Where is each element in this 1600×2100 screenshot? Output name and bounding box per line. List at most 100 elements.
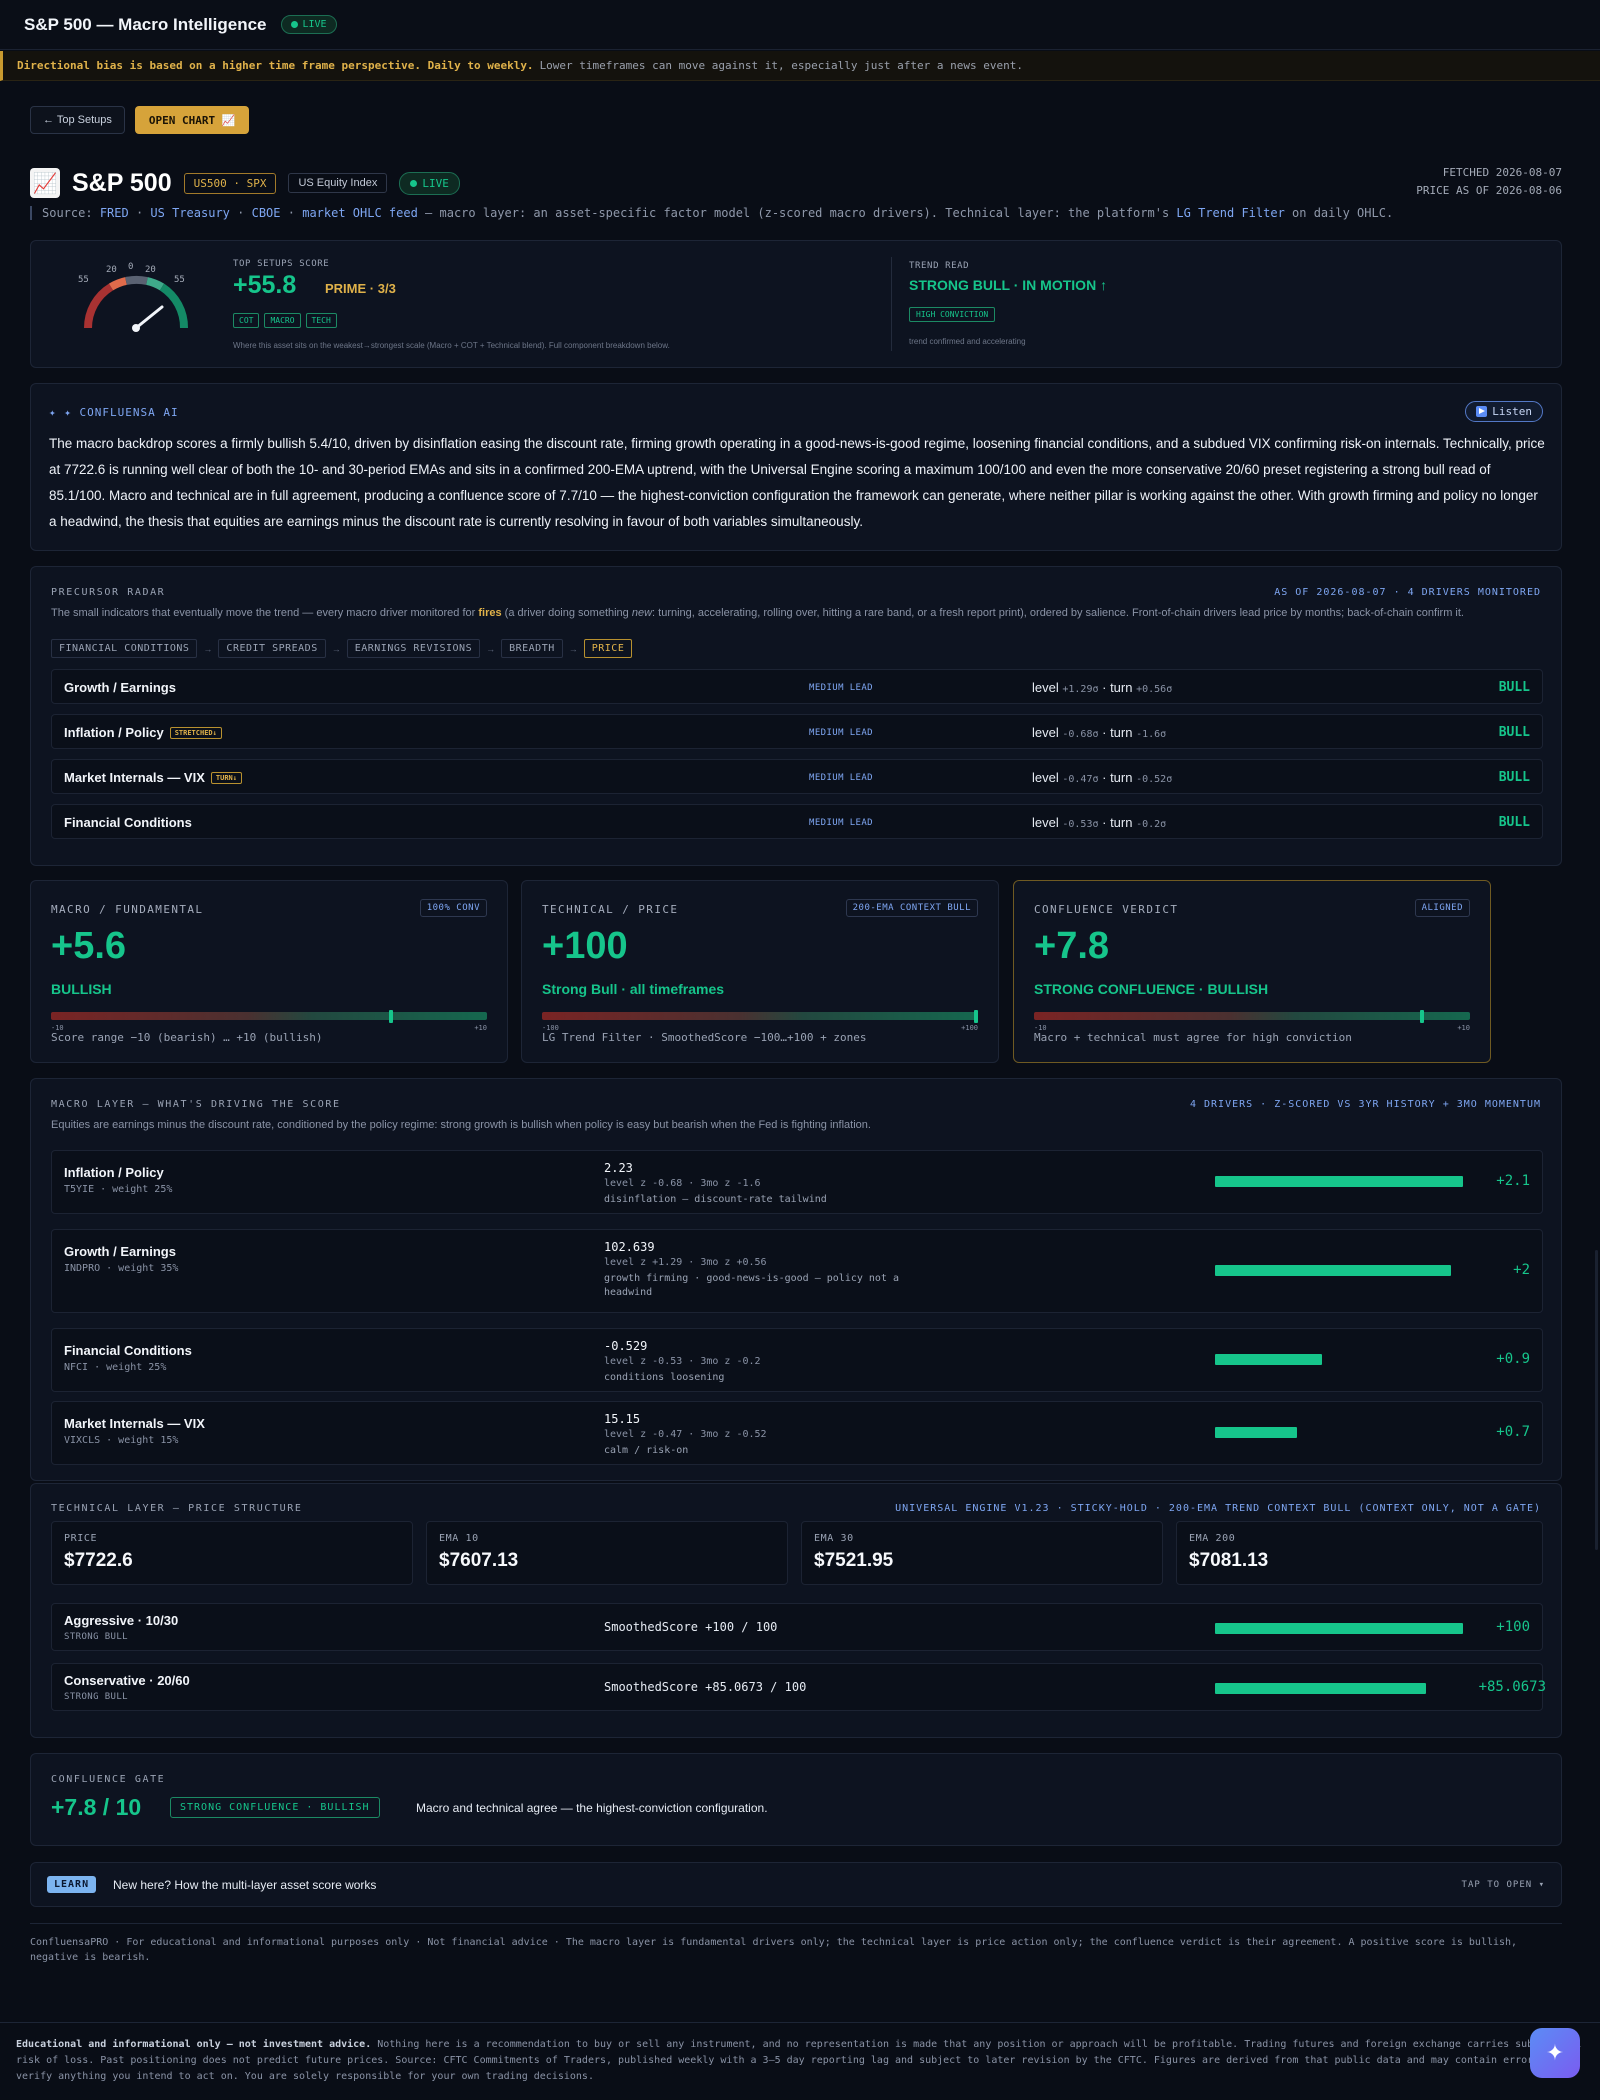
driver-score-bar [1215, 1265, 1451, 1276]
ema10-box: EMA 10 $7607.13 [426, 1521, 788, 1585]
footer-note: ConfluensaPRO · For educational and info… [30, 1937, 1518, 1963]
driver-name: Growth / Earnings [64, 1244, 176, 1259]
driver-z: level z +1.29 · 3mo z +0.56 [604, 1257, 767, 1268]
asset-live-badge: LIVE [399, 171, 460, 195]
macro-driver-row[interactable]: Market Internals — VIX VIXCLS · weight 1… [51, 1401, 1543, 1465]
radar-row[interactable]: Market Internals — VIX TURN↓ MEDIUM LEAD … [51, 759, 1543, 794]
confluence-verdict-card: CONFLUENCE VERDICT ALIGNED +7.8 STRONG C… [1013, 880, 1491, 1063]
source-link-cboe[interactable]: CBOE [252, 206, 281, 220]
learn-text: New here? How the multi-layer asset scor… [113, 1878, 377, 1892]
price-box-label: PRICE [64, 1533, 98, 1544]
radar-driver-name: Inflation / Policy [64, 725, 164, 740]
turn-word: turn [1110, 770, 1133, 785]
level-word: level [1032, 680, 1059, 695]
card-caption: LG Trend Filter · SmoothedScore −100…+10… [542, 1031, 867, 1044]
bias-label: BULL [1498, 815, 1530, 830]
gauge-tick: 0 [128, 262, 134, 272]
arrow-right-icon: → [568, 643, 578, 654]
macro-desc: Equities are earnings minus the discount… [51, 1119, 871, 1131]
gate-score: +7.8 / 10 [51, 1794, 142, 1820]
gauge-tick: 20 [145, 265, 156, 275]
preset-score-bar [1215, 1683, 1426, 1694]
notice-bold: Directional bias is based on a higher ti… [17, 59, 534, 72]
ai-title: ✦ ✦ CONFLUENSA AI [49, 406, 179, 419]
gauge-icon [84, 275, 189, 332]
radar-driver-name: Financial Conditions [64, 815, 192, 830]
ai-summary: The macro backdrop scores a firmly bulli… [49, 436, 1545, 529]
driver-note: conditions loosening [604, 1372, 725, 1383]
card-heading: CONFLUENCE VERDICT [1034, 903, 1179, 916]
source-link-ohlc[interactable]: market OHLC feed [302, 206, 418, 220]
radar-title: PRECURSOR RADAR [51, 587, 166, 598]
source-link-fred[interactable]: FRED [100, 206, 129, 220]
source-line: Source: FRED · US Treasury · CBOE · mark… [30, 206, 1393, 220]
radar-row[interactable]: Inflation / Policy STRETCHED↓ MEDIUM LEAD… [51, 714, 1543, 749]
gauge-tick: 55 [174, 275, 185, 285]
gate-verdict-tag: STRONG CONFLUENCE · BULLISH [170, 1797, 380, 1818]
sparkle-icon[interactable]: ✦ [1530, 2028, 1580, 2078]
radar-row[interactable]: Growth / Earnings MEDIUM LEAD level +1.2… [51, 669, 1543, 704]
timeframe-notice: Directional bias is based on a higher ti… [0, 51, 1600, 81]
radar-asof: AS OF 2026-08-07 · 4 DRIVERS MONITORED [1274, 587, 1541, 598]
top-bar: S&P 500 — Macro Intelligence LIVE [0, 0, 1600, 50]
radar-row[interactable]: Financial Conditions MEDIUM LEAD level -… [51, 804, 1543, 839]
level-word: level [1032, 725, 1059, 740]
radar-row-name: Growth / Earnings [64, 680, 176, 695]
source-suffix: on daily OHLC. [1292, 206, 1394, 220]
score-marker [1420, 1010, 1425, 1023]
driver-name: Financial Conditions [64, 1343, 192, 1358]
level-turn: level -0.68σ · turn -1.6σ [1032, 725, 1167, 740]
driver-z: level z -0.47 · 3mo z -0.52 [604, 1429, 767, 1440]
card-value: +100 [542, 925, 628, 967]
turn-word: turn [1110, 725, 1133, 740]
source-link-lg-trend[interactable]: LG Trend Filter [1176, 206, 1284, 220]
driver-value: 102.639 [604, 1240, 655, 1254]
notice-text: Lower timeframes can move against it, es… [539, 59, 1024, 72]
card-caption: Score range −10 (bearish) … +10 (bullish… [51, 1031, 323, 1044]
macro-layer-card: MACRO LAYER — WHAT'S DRIVING THE SCORE 4… [30, 1078, 1562, 1481]
radar-row-name: Market Internals — VIX TURN↓ [64, 770, 242, 785]
trend-label: TREND READ [909, 261, 970, 271]
asset-header: 📈 S&P 500 US500 · SPX US Equity Index LI… [30, 166, 1562, 200]
smoothed-score: SmoothedScore +100 / 100 [604, 1620, 778, 1634]
macro-driver-row[interactable]: Growth / Earnings INDPRO · weight 35% 10… [51, 1229, 1543, 1313]
macro-driver-row[interactable]: Financial Conditions NFCI · weight 25% -… [51, 1328, 1543, 1392]
lead-badge: MEDIUM LEAD [809, 773, 874, 783]
level-value: -0.53σ [1062, 819, 1099, 830]
level-turn: level +1.29σ · turn +0.56σ [1032, 680, 1173, 695]
listen-label: Listen [1492, 405, 1532, 418]
card-label: Strong Bull · all timeframes [542, 981, 725, 997]
radar-desc-fires: fires [478, 607, 502, 619]
driver-value: 2.23 [604, 1161, 633, 1175]
top-setups-score-card: 55 20 0 20 55 TOP SETUPS SCORE +55.8 PRI… [30, 240, 1562, 368]
preset-state: STRONG BULL [64, 1692, 129, 1702]
preset-score: +100 [1496, 1619, 1530, 1635]
open-chart-button[interactable]: OPEN CHART 📈 [134, 106, 250, 134]
preset-row-aggressive[interactable]: Aggressive · 10/30 STRONG BULL SmoothedS… [51, 1603, 1543, 1651]
tap-to-open[interactable]: TAP TO OPEN ▾ [1462, 1880, 1545, 1890]
driver-series: T5YIE · weight 25% [64, 1184, 173, 1195]
bar-max: +10 [474, 1024, 487, 1032]
listen-button[interactable]: Listen [1465, 401, 1543, 422]
card-label: STRONG CONFLUENCE · BULLISH [1034, 981, 1269, 997]
divider [891, 257, 892, 351]
macro-driver-row[interactable]: Inflation / Policy T5YIE · weight 25% 2.… [51, 1150, 1543, 1214]
scrollbar[interactable] [1595, 1250, 1598, 1550]
score-label: TOP SETUPS SCORE [233, 259, 330, 269]
driver-chain: FINANCIAL CONDITIONS → CREDIT SPREADS → EA… [51, 639, 633, 658]
arrow-right-icon: → [203, 643, 213, 654]
tech-right: UNIVERSAL ENGINE V1.23 · STICKY-HOLD · 2… [895, 1503, 1541, 1514]
radar-row-name: Financial Conditions [64, 815, 192, 830]
card-badge: 200-EMA CONTEXT BULL [845, 899, 978, 917]
learn-expander[interactable]: LEARN New here? How the multi-layer asse… [30, 1862, 1562, 1907]
preset-row-conservative[interactable]: Conservative · 20/60 STRONG BULL Smoothe… [51, 1663, 1546, 1711]
price-box-value: $7081.13 [1189, 1550, 1269, 1571]
back-to-top-setups-button[interactable]: ← Top Setups [30, 106, 125, 134]
source-link-treasury[interactable]: US Treasury [150, 206, 229, 220]
driver-series: NFCI · weight 25% [64, 1362, 167, 1373]
preset-score: +85.0673 [1478, 1679, 1546, 1695]
radar-desc-c: : turning, accelerating, rolling over, h… [652, 607, 1464, 619]
level-value: -0.68σ [1062, 729, 1099, 740]
macro-title: MACRO LAYER — WHAT'S DRIVING THE SCORE [51, 1099, 341, 1110]
gauge-tick: 55 [78, 275, 89, 285]
